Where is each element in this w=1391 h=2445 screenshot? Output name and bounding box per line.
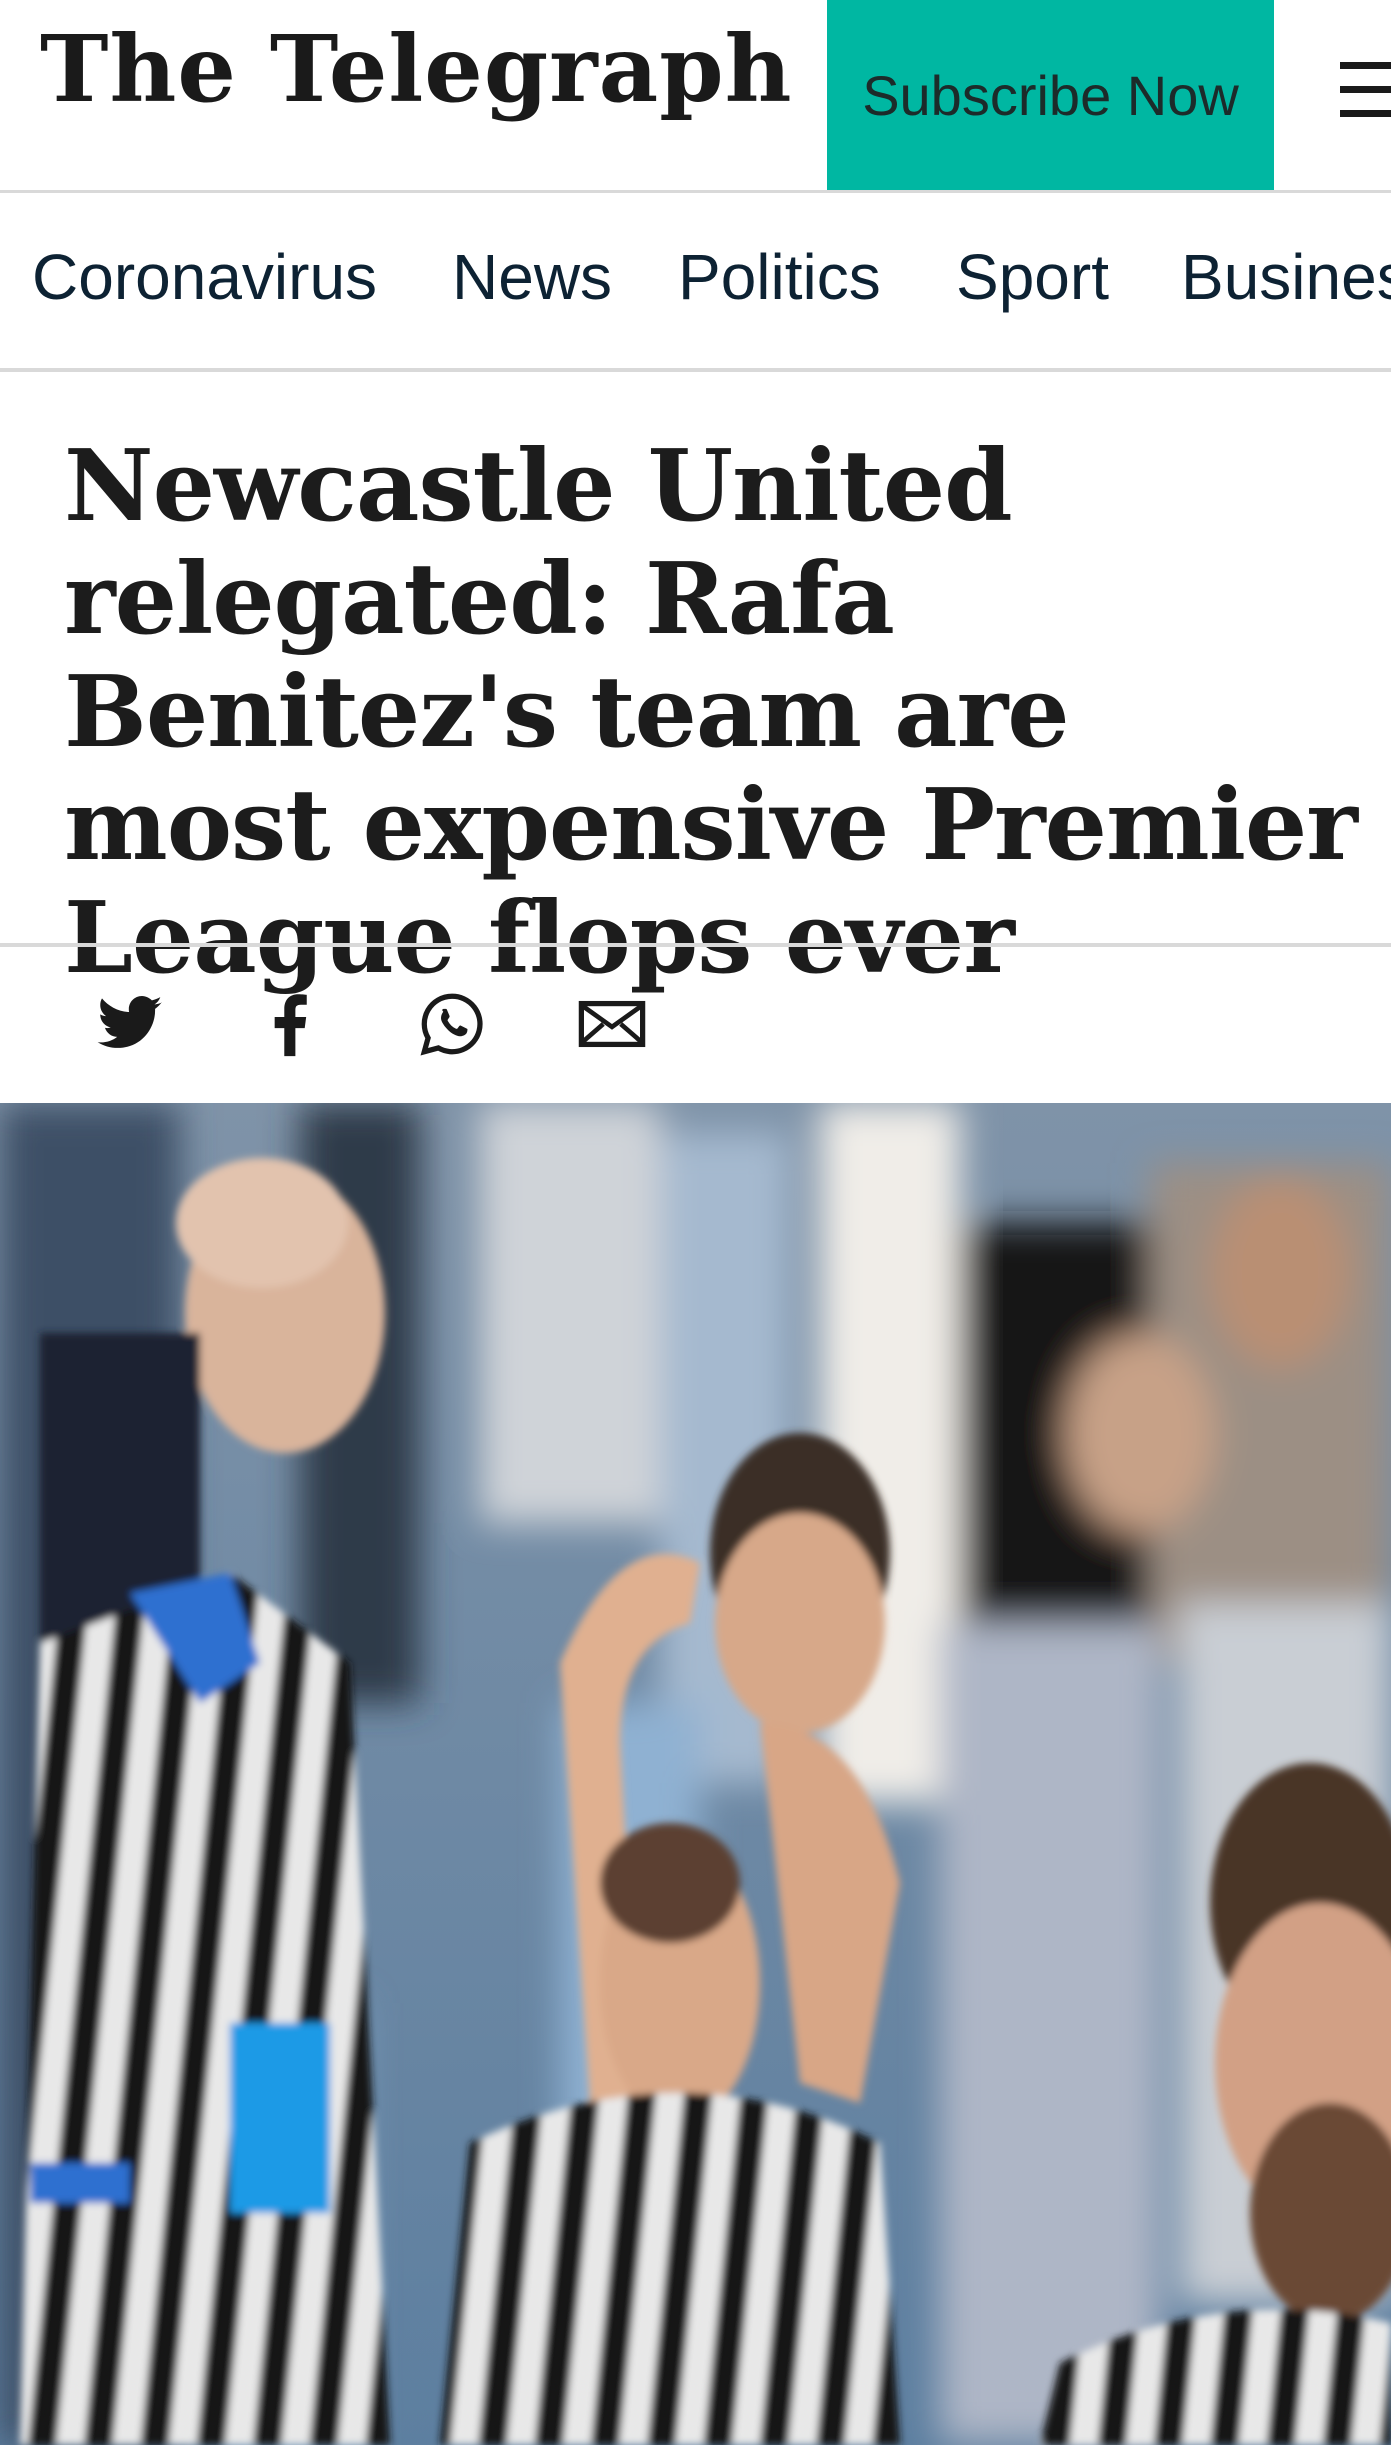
section-nav: Coronavirus News Politics Sport Business [0, 196, 1391, 372]
subscribe-button[interactable]: Subscribe Now [827, 0, 1274, 190]
twitter-icon[interactable] [95, 989, 165, 1059]
article-headline: Newcastle United relegated: Rafa Benitez… [64, 429, 1358, 996]
share-bar [0, 943, 1391, 1103]
whatsapp-icon[interactable] [417, 989, 487, 1059]
hamburger-menu-icon[interactable] [1340, 62, 1391, 122]
facebook-icon[interactable] [256, 989, 326, 1059]
nav-item-business[interactable]: Business [1181, 240, 1391, 314]
hero-photo [0, 1103, 1391, 2445]
nav-item-news[interactable]: News [452, 240, 612, 314]
masthead: The Telegraph Subscribe Now [0, 0, 1391, 193]
nav-item-politics[interactable]: Politics [678, 240, 881, 314]
nav-item-sport[interactable]: Sport [956, 240, 1109, 314]
telegraph-logo[interactable]: The Telegraph [40, 14, 792, 124]
email-icon[interactable] [577, 989, 647, 1059]
nav-item-coronavirus[interactable]: Coronavirus [32, 240, 377, 314]
crowd-photo-illustration [0, 1103, 1391, 2445]
